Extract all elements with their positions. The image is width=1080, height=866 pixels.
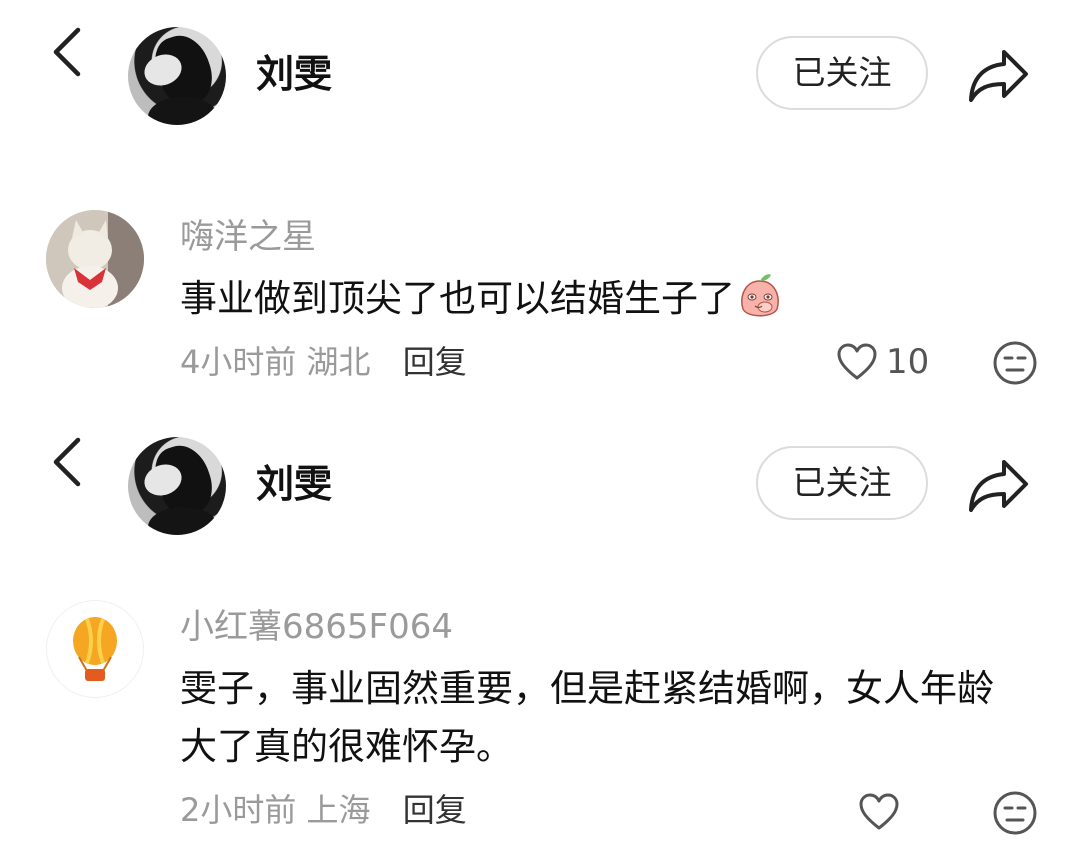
avatar[interactable] — [128, 27, 226, 125]
chevron-left-icon[interactable] — [46, 434, 90, 490]
avatar[interactable] — [46, 210, 144, 308]
balloon-avatar-image — [73, 617, 117, 681]
comment-location: 湖北 — [306, 343, 371, 381]
comment-username[interactable]: 嗨洋之星 — [180, 216, 316, 258]
comment-username[interactable]: 小红薯6865F064 — [180, 606, 453, 648]
comment-text: 雯子，事业固然重要，但是赶紧结婚啊，女人年龄大了真的很难怀孕。 — [180, 667, 994, 768]
reply-button[interactable]: 回复 — [403, 343, 467, 381]
profile-name[interactable]: 刘雯 — [256, 50, 332, 98]
heart-outline-icon — [837, 343, 877, 380]
share-arrow-icon[interactable] — [966, 44, 1032, 104]
cat-avatar-image — [46, 210, 144, 308]
follow-button[interactable]: 已关注 — [756, 36, 928, 110]
avatar[interactable] — [46, 600, 144, 698]
profile-header: 刘雯 已关注 — [0, 410, 1080, 535]
comment-meta: 4小时前 湖北 回复 — [180, 342, 467, 382]
meh-face-icon[interactable] — [992, 340, 1038, 386]
reply-button[interactable]: 回复 — [403, 791, 467, 829]
chevron-left-icon[interactable] — [46, 24, 90, 80]
avatar[interactable] — [128, 437, 226, 535]
like-button[interactable] — [858, 788, 900, 836]
peach-shy-emoji — [735, 271, 785, 321]
profile-name[interactable]: 刘雯 — [256, 460, 332, 508]
comment-time: 2小时前 — [180, 791, 297, 829]
share-arrow-icon[interactable] — [966, 454, 1032, 514]
comment-meta: 2小时前 上海 回复 — [180, 790, 467, 830]
like-count: 10 — [886, 342, 930, 382]
comment-text: 事业做到顶尖了也可以结婚生子了 — [180, 270, 1030, 328]
profile-header: 刘雯 已关注 — [0, 0, 1080, 125]
comment-time: 4小时前 — [180, 343, 297, 381]
like-button[interactable]: 10 — [836, 338, 929, 386]
comment-location: 上海 — [306, 791, 371, 829]
meh-face-icon[interactable] — [992, 790, 1038, 836]
heart-outline-icon — [859, 793, 899, 830]
comment-text-content: 事业做到顶尖了也可以结婚生子了 — [180, 277, 735, 320]
follow-button[interactable]: 已关注 — [756, 446, 928, 520]
